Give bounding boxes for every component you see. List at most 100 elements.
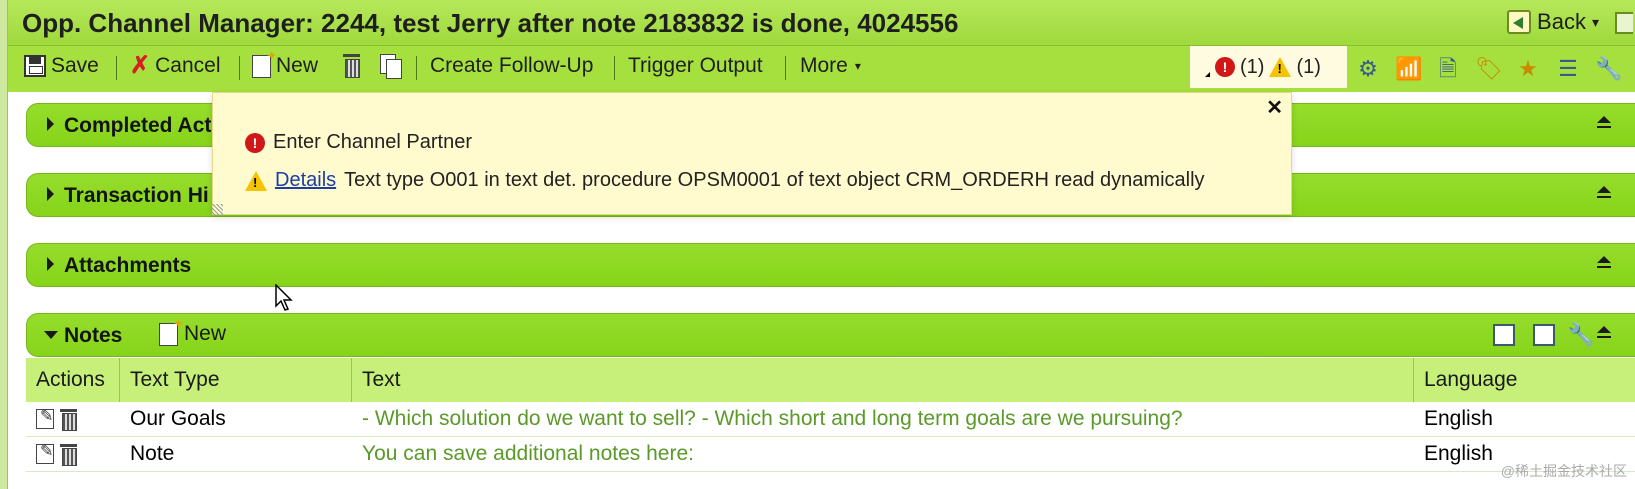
collapse-chevron-icon: [44, 331, 58, 339]
message-popup: ✕ ! Enter Channel Partner ! Details Text…: [211, 92, 1292, 216]
back-label: Back: [1537, 9, 1586, 34]
cell-language: English: [1424, 407, 1493, 430]
cancel-icon: ✗: [130, 52, 151, 79]
expand-icon: [47, 257, 54, 271]
collapse-block-button[interactable]: [1597, 326, 1611, 345]
collapse-block-button[interactable]: [1597, 256, 1611, 275]
wrench-icon[interactable]: 🔧: [1567, 322, 1594, 348]
toolbar-divider: [116, 56, 117, 80]
rss-feed-icon[interactable]: 📶: [1395, 56, 1422, 82]
collapse-icon: [1597, 326, 1611, 340]
favorite-icon[interactable]: ★: [1515, 56, 1541, 82]
table-header: Actions Text Type Text Language: [26, 358, 1635, 402]
expand-icon: [47, 117, 54, 131]
collapse-block-button[interactable]: [1597, 116, 1611, 135]
page-title: Opp. Channel Manager: 2244, test Jerry a…: [22, 8, 959, 38]
new-label: New: [276, 54, 319, 77]
trigger-output-label: Trigger Output: [628, 54, 763, 77]
warning-count: (1): [1296, 55, 1321, 78]
error-message-text: Enter Channel Partner: [273, 131, 473, 153]
wrench-icon[interactable]: 🔧: [1595, 56, 1622, 82]
create-followup-label: Create Follow-Up: [430, 54, 594, 77]
delete-button[interactable]: [342, 54, 361, 78]
watermark: @稀土掘金技术社区: [1500, 463, 1627, 479]
more-label: More: [800, 54, 848, 77]
expand-icon: [47, 187, 54, 201]
notes-new-button[interactable]: New: [159, 316, 227, 346]
resize-corner-icon: [1200, 71, 1210, 77]
cancel-label: Cancel: [155, 54, 221, 77]
block-attachments[interactable]: Attachments: [26, 243, 1635, 287]
copy-button[interactable]: [380, 54, 402, 79]
chart-icon[interactable]: [1493, 324, 1515, 346]
edit-icon[interactable]: [36, 406, 54, 429]
toolbar-divider: [416, 56, 417, 80]
error-message: ! Enter Channel Partner: [245, 131, 472, 154]
column-header-text-type[interactable]: Text Type: [120, 358, 352, 402]
warning-icon: !: [245, 170, 267, 191]
trash-icon: [342, 54, 361, 78]
toolbar-divider: [239, 56, 240, 80]
table-icon[interactable]: [1533, 324, 1555, 346]
details-link[interactable]: Details: [275, 169, 336, 192]
collapse-block-button[interactable]: [1597, 186, 1611, 205]
chevron-down-icon[interactable]: ▾: [1592, 14, 1599, 31]
cell-text-type: Note: [130, 442, 175, 465]
tag-icon[interactable]: 🏷: [1475, 56, 1503, 82]
warning-message: ! Details Text type O001 in text det. pr…: [245, 169, 1205, 192]
warning-message-text: Text type O001 in text det. procedure OP…: [344, 169, 1205, 191]
edit-icon[interactable]: [36, 441, 54, 464]
row-actions: [26, 402, 120, 436]
block-title: Completed Act: [64, 114, 212, 137]
collapse-icon: [1597, 186, 1611, 200]
error-icon: !: [1215, 57, 1235, 77]
warning-icon: !: [1269, 57, 1292, 77]
notes-table: Actions Text Type Text Language Our Goal…: [26, 358, 1635, 472]
column-header-text[interactable]: Text: [352, 358, 1414, 402]
cell-text-type: Our Goals: [130, 407, 226, 430]
error-icon: !: [245, 132, 265, 153]
cell-text[interactable]: You can save additional notes here:: [352, 437, 1414, 471]
cancel-button[interactable]: ✗ Cancel: [130, 54, 220, 78]
settings-icon[interactable]: ⚙: [1355, 56, 1381, 82]
toolbar-divider: [785, 56, 786, 80]
back-arrow-icon: [1507, 10, 1532, 34]
trash-icon[interactable]: [60, 444, 77, 466]
notes-new-label: New: [184, 322, 227, 345]
document-settings-icon[interactable]: 🗎: [1435, 56, 1461, 82]
table-row: Note You can save additional notes here:…: [26, 437, 1635, 472]
create-followup-button[interactable]: Create Follow-Up: [430, 54, 593, 78]
toolbar-divider: [614, 56, 615, 80]
collapse-icon: [1597, 116, 1611, 130]
cell-text[interactable]: - Which solution do we want to sell? - W…: [352, 402, 1414, 436]
window-icon[interactable]: [1615, 12, 1633, 34]
left-gutter: [0, 0, 8, 489]
list-icon[interactable]: ☰: [1555, 56, 1581, 82]
chevron-down-icon: ▾: [854, 59, 861, 73]
block-title: Attachments: [64, 254, 192, 277]
row-actions: [26, 437, 120, 471]
resize-grip[interactable]: [211, 204, 223, 216]
new-button[interactable]: New: [252, 48, 319, 78]
block-notes[interactable]: Notes New 🔧: [26, 313, 1635, 357]
column-header-actions[interactable]: Actions: [26, 358, 120, 402]
toolbar: Save ✗ Cancel New Create Follow-Up Trigg…: [8, 46, 1635, 92]
block-title: Notes: [64, 324, 123, 347]
error-count: (1): [1240, 55, 1265, 78]
trash-icon[interactable]: [60, 409, 77, 431]
new-document-icon: [252, 48, 277, 78]
save-label: Save: [51, 54, 99, 77]
back-button[interactable]: Back ▾: [1507, 9, 1599, 35]
save-button[interactable]: Save: [24, 54, 99, 78]
save-icon: [24, 55, 46, 77]
title-bar: Opp. Channel Manager: 2244, test Jerry a…: [8, 0, 1635, 46]
close-icon[interactable]: ✕: [1266, 95, 1283, 120]
message-tray[interactable]: ! (1) ! (1): [1190, 46, 1347, 88]
more-button[interactable]: More ▾: [800, 54, 861, 78]
collapse-icon: [1597, 256, 1611, 270]
column-header-language[interactable]: Language: [1414, 358, 1635, 402]
copy-icon: [380, 54, 402, 79]
block-title: Transaction Hi: [64, 184, 209, 207]
trigger-output-button[interactable]: Trigger Output: [628, 54, 763, 78]
new-document-icon: [159, 316, 184, 346]
